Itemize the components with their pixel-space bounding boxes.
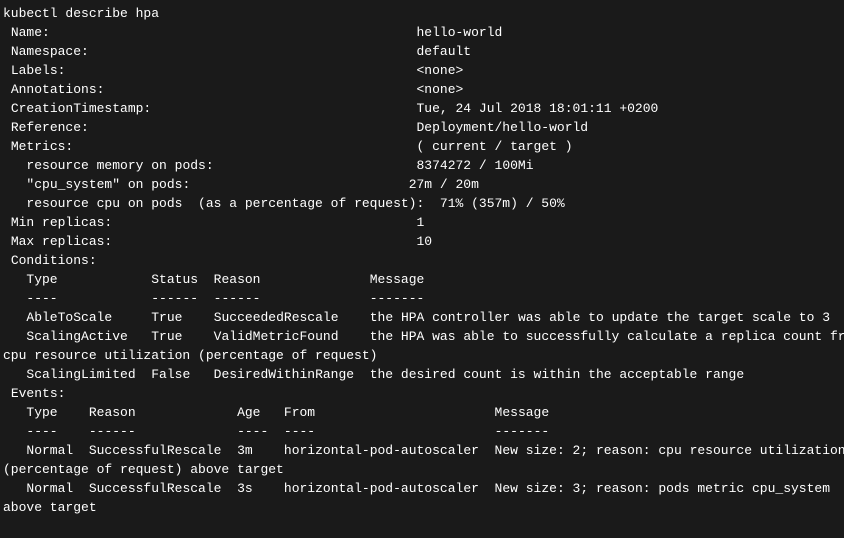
field-value: 1 [416, 215, 424, 230]
col-header: Type [26, 405, 57, 420]
col-header: Reason [89, 405, 136, 420]
field-label: Max replicas: [11, 234, 112, 249]
cond-message: the HPA controller was able to update th… [370, 310, 830, 325]
col-divider: ---- [284, 424, 315, 439]
col-divider: ------ [214, 291, 261, 306]
ev-type: Normal [26, 481, 73, 496]
ev-type: Normal [26, 443, 73, 458]
ev-message-cont: above target [3, 500, 97, 515]
cond-message: the HPA was able to successfully calcula… [370, 329, 844, 344]
field-value: Tue, 24 Jul 2018 18:01:11 +0200 [417, 101, 659, 116]
col-divider: ------- [495, 424, 550, 439]
col-header: Age [237, 405, 260, 420]
ev-reason: SuccessfulRescale [89, 443, 222, 458]
cond-reason: ValidMetricFound [214, 329, 339, 344]
field-value: ( current / target ) [417, 139, 573, 154]
metric-label: "cpu_system" on pods: [11, 177, 190, 192]
field-label: Namespace: [11, 44, 89, 59]
cond-reason: SucceededRescale [214, 310, 339, 325]
field-label: Annotations: [11, 82, 105, 97]
field-label: Metrics: [11, 139, 73, 154]
col-divider: ---- [237, 424, 268, 439]
ev-message: New size: 3; reason: pods metric cpu_sys… [495, 481, 830, 496]
cond-type: ScalingActive [26, 329, 127, 344]
col-header: Type [26, 272, 57, 287]
command-line: kubectl describe hpa [3, 6, 159, 21]
field-label: Reference: [11, 120, 89, 135]
section-header: Events: [11, 386, 66, 401]
cond-type: AbleToScale [26, 310, 112, 325]
col-header: Status [151, 272, 198, 287]
field-value: hello-world [417, 25, 503, 40]
field-value: 10 [416, 234, 432, 249]
ev-from: horizontal-pod-autoscaler [284, 443, 479, 458]
field-value: <none> [416, 63, 463, 78]
metric-value: 71% (357m) / 50% [440, 196, 565, 211]
metric-label: resource memory on pods: [11, 158, 214, 173]
field-label: Name: [11, 25, 50, 40]
col-divider: ---- [26, 424, 57, 439]
cond-status: True [151, 329, 182, 344]
cond-message-cont: cpu resource utilization (percentage of … [3, 348, 377, 363]
ev-from: horizontal-pod-autoscaler [284, 481, 479, 496]
col-header: Reason [214, 272, 261, 287]
cond-message: the desired count is within the acceptab… [370, 367, 744, 382]
col-divider: ------- [370, 291, 425, 306]
field-value: default [416, 44, 471, 59]
field-value: Deployment/hello-world [416, 120, 588, 135]
ev-age: 3m [237, 443, 253, 458]
field-value: <none> [417, 82, 464, 97]
col-header: Message [370, 272, 425, 287]
col-divider: ------ [89, 424, 136, 439]
terminal-output: kubectl describe hpa Name: hello-world N… [0, 0, 844, 521]
col-divider: ---- [26, 291, 57, 306]
section-header: Conditions: [11, 253, 97, 268]
metric-value: 27m / 20m [409, 177, 479, 192]
cond-reason: DesiredWithinRange [214, 367, 354, 382]
ev-message: New size: 2; reason: cpu resource utiliz… [495, 443, 844, 458]
cond-status: False [151, 367, 190, 382]
metric-value: 8374272 / 100Mi [417, 158, 534, 173]
field-label: Min replicas: [11, 215, 112, 230]
col-divider: ------ [151, 291, 198, 306]
field-label: Labels: [11, 63, 66, 78]
field-label: CreationTimestamp: [11, 101, 151, 116]
ev-message-cont: (percentage of request) above target [3, 462, 284, 477]
ev-age: 3s [237, 481, 253, 496]
ev-reason: SuccessfulRescale [89, 481, 222, 496]
cond-type: ScalingLimited [26, 367, 135, 382]
col-header: From [284, 405, 315, 420]
metric-label: resource cpu on pods (as a percentage of… [11, 196, 424, 211]
col-header: Message [495, 405, 550, 420]
cond-status: True [151, 310, 182, 325]
